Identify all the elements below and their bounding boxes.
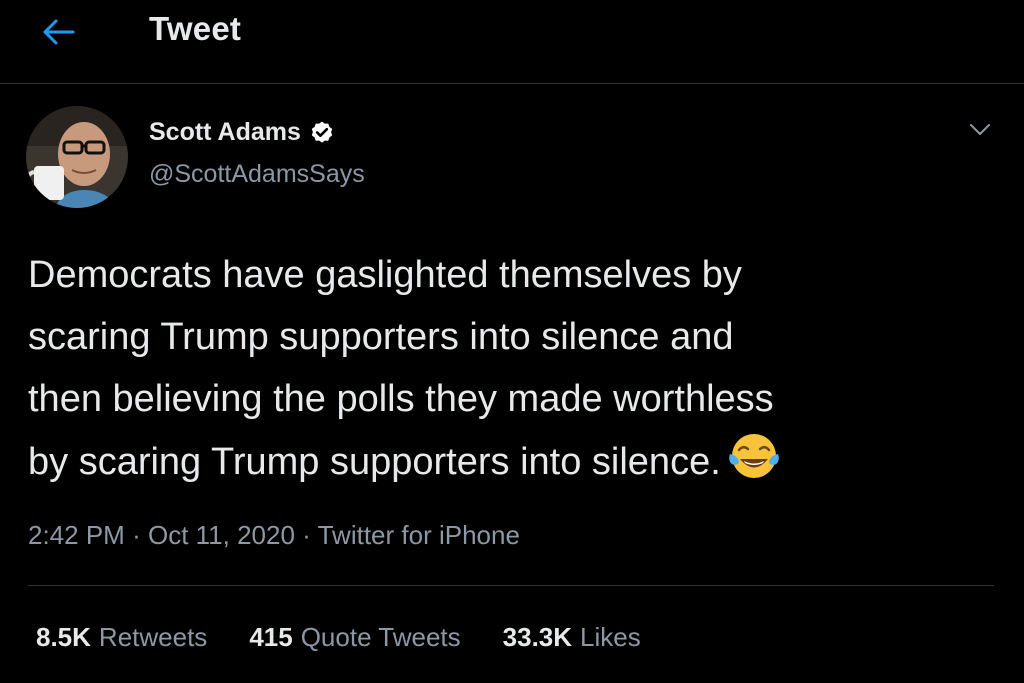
back-button[interactable] [36, 12, 80, 52]
page-title: Tweet [149, 10, 242, 47]
likes-stat[interactable]: 33.3K Likes [503, 622, 641, 653]
retweets-stat[interactable]: 8.5K Retweets [36, 622, 207, 653]
quote-tweets-count: 415 [249, 622, 293, 652]
top-header-bar: Tweet [0, 0, 1024, 84]
divider [28, 585, 994, 586]
retweets-label: Retweets [98, 622, 208, 652]
tweet-meta: 2:42 PM · Oct 11, 2020 · Twitter for iPh… [28, 520, 520, 551]
chevron-down-icon [970, 124, 990, 135]
more-options-button[interactable] [960, 112, 1000, 148]
verified-badge-icon [311, 121, 333, 143]
tweet-line-last: by scaring Trump supporters into silence… [28, 430, 988, 493]
author-handle[interactable]: @ScottAdamsSays [149, 160, 365, 189]
likes-label: Likes [580, 622, 641, 652]
tweet-date[interactable]: Oct 11, 2020 [148, 520, 295, 550]
author-name: Scott Adams [149, 118, 301, 146]
retweets-count: 8.5K [36, 622, 91, 652]
tweet-source[interactable]: Twitter for iPhone [318, 520, 520, 550]
tears-of-joy-emoji-icon [728, 434, 779, 478]
avatar-photo [26, 106, 128, 208]
tweet-text: Democrats have gaslighted themselves by … [28, 244, 988, 493]
tweet-stats: 8.5K Retweets 415 Quote Tweets 33.3K Likes [36, 622, 683, 653]
tweet-line: scaring Trump supporters into silence an… [28, 316, 734, 358]
author-name-row[interactable]: Scott Adams [149, 118, 335, 147]
quote-tweets-label: Quote Tweets [300, 622, 461, 652]
tweet-line: Democrats have gaslighted themselves by [28, 254, 742, 296]
avatar[interactable] [26, 106, 128, 208]
tweet-line: by scaring Trump supporters into silence… [28, 441, 721, 483]
quote-tweets-stat[interactable]: 415 Quote Tweets [249, 622, 460, 653]
meta-separator: · [302, 520, 311, 550]
meta-separator: · [132, 520, 141, 550]
likes-count: 33.3K [502, 622, 573, 652]
tweet-time[interactable]: 2:42 PM [28, 520, 125, 550]
tweet-line: then believing the polls they made worth… [28, 378, 774, 420]
arrow-left-icon [43, 19, 75, 45]
